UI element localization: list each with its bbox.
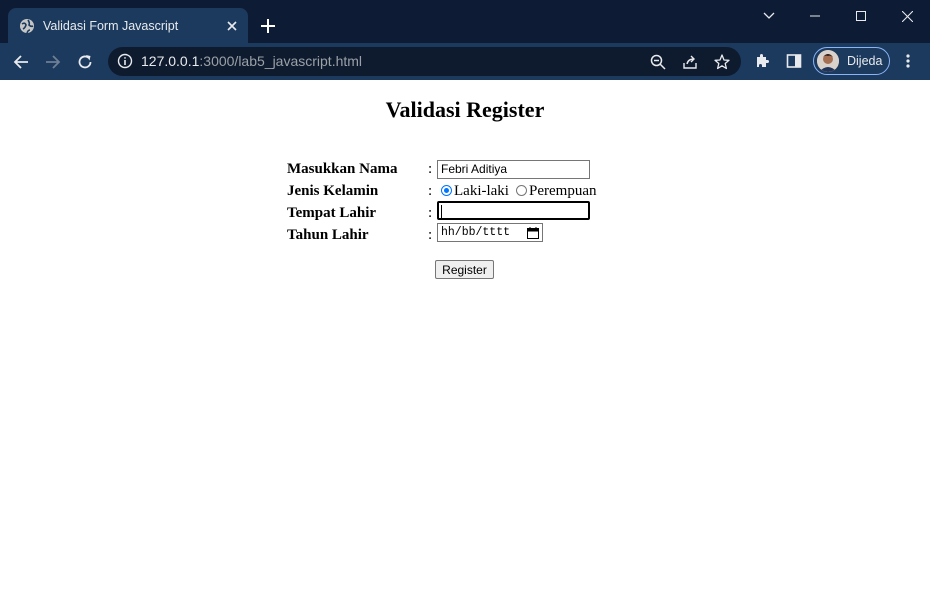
maximize-icon bbox=[856, 11, 866, 21]
avatar bbox=[817, 50, 839, 72]
radio-label-perempuan: Perempuan bbox=[529, 183, 597, 199]
extensions-icon[interactable] bbox=[752, 51, 772, 71]
calendar-icon[interactable] bbox=[527, 227, 539, 239]
browser-tab[interactable]: Validasi Form Javascript bbox=[8, 8, 248, 43]
minimize-button[interactable] bbox=[792, 4, 838, 28]
label-nama: Masukkan Nama bbox=[287, 161, 398, 177]
arrow-left-icon bbox=[13, 55, 28, 69]
label-jenis-kelamin: Jenis Kelamin bbox=[287, 183, 379, 199]
profile-button[interactable]: Dijeda bbox=[813, 47, 890, 75]
radio-label-laki-laki: Laki-laki bbox=[454, 183, 509, 199]
url-host: 127.0.0.1 bbox=[141, 53, 200, 69]
label-tahun-lahir: Tahun Lahir bbox=[287, 227, 369, 243]
forward-button[interactable] bbox=[39, 48, 67, 76]
nama-input[interactable]: Febri Aditiya bbox=[437, 160, 590, 179]
tempat-lahir-input[interactable] bbox=[437, 201, 590, 220]
maximize-button[interactable] bbox=[838, 4, 884, 28]
tab-title: Validasi Form Javascript bbox=[43, 18, 179, 33]
back-button[interactable] bbox=[7, 48, 35, 76]
menu-icon[interactable] bbox=[898, 51, 918, 71]
browser-toolbar: 127.0.0.1:3000/lab5_javascript.html Dije… bbox=[0, 43, 930, 80]
reload-icon bbox=[78, 55, 92, 69]
close-icon bbox=[901, 10, 913, 22]
colon: : bbox=[428, 227, 433, 243]
profile-name: Dijeda bbox=[847, 54, 883, 68]
colon: : bbox=[428, 161, 433, 177]
close-icon[interactable] bbox=[220, 14, 244, 38]
side-panel-icon[interactable] bbox=[784, 51, 804, 71]
arrow-right-icon bbox=[46, 55, 61, 69]
tahun-lahir-date-input[interactable]: hh/bb/tttt bbox=[437, 223, 543, 242]
date-placeholder: hh/bb/tttt bbox=[441, 226, 511, 239]
text-caret bbox=[441, 205, 442, 218]
url-text[interactable]: 127.0.0.1:3000/lab5_javascript.html bbox=[141, 53, 362, 69]
page-title: Validasi Register bbox=[385, 97, 545, 122]
zoom-icon[interactable] bbox=[648, 52, 668, 72]
info-icon[interactable] bbox=[117, 53, 133, 69]
nama-value: Febri Aditiya bbox=[441, 162, 508, 176]
minimize-icon bbox=[810, 15, 820, 17]
chevron-down-icon bbox=[763, 12, 775, 19]
address-bar[interactable]: 127.0.0.1:3000/lab5_javascript.html bbox=[108, 47, 741, 76]
reload-button[interactable] bbox=[71, 48, 99, 76]
share-icon[interactable] bbox=[680, 52, 700, 72]
page-content: Validasi Register Masukkan Nama : Febri … bbox=[0, 80, 930, 601]
browser-titlebar: Validasi Form Javascript bbox=[0, 0, 930, 43]
bookmark-star-icon[interactable] bbox=[712, 52, 732, 72]
colon: : bbox=[428, 183, 433, 199]
tab-search-button[interactable] bbox=[746, 4, 792, 28]
register-button[interactable]: Register bbox=[435, 260, 494, 279]
radio-laki-laki[interactable] bbox=[441, 185, 452, 196]
globe-icon bbox=[19, 18, 35, 34]
plus-icon bbox=[261, 19, 275, 33]
label-tempat-lahir: Tempat Lahir bbox=[287, 205, 377, 221]
url-path: :3000/lab5_javascript.html bbox=[199, 53, 363, 69]
new-tab-button[interactable] bbox=[256, 14, 280, 38]
radio-perempuan[interactable] bbox=[516, 185, 527, 196]
colon: : bbox=[428, 205, 433, 221]
window-close-button[interactable] bbox=[884, 4, 930, 28]
